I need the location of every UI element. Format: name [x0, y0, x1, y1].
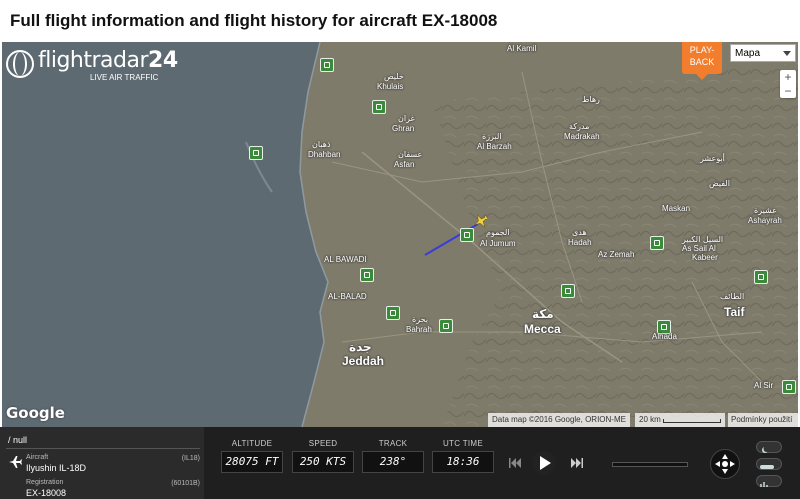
playback-button[interactable]: PLAY- BACK — [682, 42, 722, 80]
map-label-taif-ar: الطائف — [720, 292, 745, 301]
map-label-as-sail: As Sail Al — [682, 244, 716, 253]
flight-number: / null — [8, 435, 28, 445]
airport-marker[interactable] — [650, 236, 664, 250]
map-label-bahrah: Bahrah — [406, 325, 432, 334]
speed-value: 250 KTS — [292, 451, 354, 473]
airport-marker[interactable] — [372, 100, 386, 114]
bottom-panel: / null Aircraft Ilyushin IL-18D (IL18) R… — [0, 427, 800, 499]
map-label-khulais-ar: خليص — [384, 72, 404, 81]
rewind-icon[interactable] — [508, 457, 522, 469]
track-label: TRACK — [378, 439, 408, 448]
map-label-asfan-ar: عسفان — [398, 150, 423, 159]
airport-marker[interactable] — [782, 380, 796, 394]
map-label-mecca-ar: مكة — [532, 307, 554, 321]
map-label-as-sail-ar: السيل الكبير — [682, 235, 724, 244]
map-label-al-barzah-ar: البرزة — [482, 132, 502, 141]
terms-link[interactable]: Podmínky použití — [728, 413, 798, 427]
registration-value: EX-18008 — [26, 488, 67, 498]
map-label-hadah: Hadah — [568, 238, 592, 247]
map-label-ashayrah-ar: عشيرة — [754, 206, 777, 215]
map-label-taif: Taif — [724, 305, 745, 319]
map-label-madrakah-ar: مدركة — [569, 122, 590, 131]
flight-info-panel: / null Aircraft Ilyushin IL-18D (IL18) R… — [0, 427, 204, 499]
globe-icon — [6, 50, 34, 78]
night-mode-toggle[interactable] — [756, 441, 782, 453]
airport-marker[interactable] — [320, 58, 334, 72]
airport-marker[interactable] — [754, 270, 768, 284]
airport-marker[interactable] — [249, 146, 263, 160]
map-label-al-sir: Al Sir — [754, 381, 774, 390]
chevron-down-icon — [783, 51, 791, 56]
map-label-dhahban-ar: ذهبان — [312, 140, 331, 149]
crosshair-icon — [715, 454, 735, 474]
zoom-control[interactable]: + − — [780, 70, 796, 98]
map-label-dhahban: Dhahban — [308, 150, 341, 159]
map-label-ghran: Ghran — [392, 124, 415, 133]
map-label-al-kamil: Al Kamil — [507, 44, 537, 53]
map-label-al-jumum-ar: الجموم — [486, 228, 510, 237]
map-attribution: Data map ©2016 Google, ORION-ME — [488, 413, 630, 427]
map-type-select[interactable]: Mapa — [730, 44, 796, 62]
locate-aircraft-button[interactable] — [710, 449, 740, 479]
altitude-value: 28075 FT — [221, 451, 283, 473]
flight-map[interactable]: Al Kamil خليص Khulais رهاط مدركة Madraka… — [2, 42, 798, 427]
aircraft-value: Ilyushin IL-18D — [26, 463, 87, 473]
registration-code: (60101B) — [171, 480, 200, 487]
map-label-jeddah: Jeddah — [342, 354, 385, 368]
plane-icon — [9, 456, 22, 468]
airport-marker[interactable] — [360, 268, 374, 282]
toggle-icon — [760, 465, 774, 469]
moon-icon — [762, 446, 770, 453]
aircraft-icon[interactable] — [474, 214, 488, 228]
map-label-al-fayd-ar: الفيض — [709, 179, 730, 188]
altitude-label: ALTITUDE — [231, 439, 273, 448]
map-label-ashayrah: Ashayrah — [748, 216, 782, 225]
aircraft-code: (IL18) — [181, 455, 200, 462]
map-label-mecca: Mecca — [524, 322, 561, 336]
map-type-value: Mapa — [735, 48, 761, 59]
map-label-rahat-ar: رهاط — [582, 95, 600, 104]
play-icon — [540, 456, 551, 470]
page-title: Full flight information and flight histo… — [0, 0, 800, 42]
map-label-al-jumum: Al Jumum — [480, 239, 516, 248]
chart-toggle[interactable] — [756, 475, 782, 487]
map-label-ushaira-ar: أبوعشر — [700, 154, 725, 163]
airport-marker[interactable] — [439, 319, 453, 333]
map-label-bahrah-ar: بحرة — [412, 315, 428, 324]
map-label-madrakah: Madrakah — [564, 132, 600, 141]
google-logo[interactable]: Google — [6, 404, 65, 422]
map-label-az-zemah: Az Zemah — [598, 250, 635, 259]
zoom-in-button[interactable]: + — [780, 70, 796, 84]
map-label-alhada: Alhada — [652, 332, 677, 341]
utc-time-label: UTC TIME — [442, 439, 484, 448]
play-button[interactable] — [532, 451, 556, 475]
utc-time-value: 18:36 — [432, 451, 494, 473]
map-scale[interactable]: 20 km — [635, 413, 725, 427]
map-label-asfan: Asfan — [394, 160, 415, 169]
chart-icon — [760, 482, 768, 487]
airport-marker[interactable] — [386, 306, 400, 320]
map-label-ghran-ar: غران — [398, 114, 415, 123]
fast-forward-icon[interactable] — [570, 457, 584, 469]
map-label-hadah-ar: هدى — [572, 228, 587, 237]
map-label-maskan: Maskan — [662, 204, 691, 213]
map-label-al-bawadi: AL BAWADI — [324, 255, 367, 264]
track-value: 238° — [362, 451, 424, 473]
zoom-out-button[interactable]: − — [780, 84, 796, 98]
settings-toggle[interactable] — [756, 458, 782, 470]
map-label-al-balad: AL-BALAD — [328, 292, 367, 301]
speed-label: SPEED — [308, 439, 338, 448]
map-label-kabeer: Kabeer — [692, 253, 718, 262]
map-label-khulais: Khulais — [377, 82, 404, 91]
aircraft-label: Aircraft — [26, 454, 49, 461]
airport-marker[interactable] — [460, 228, 474, 242]
registration-label: Registration — [26, 479, 64, 486]
map-label-jeddah-ar: جدة — [349, 340, 372, 354]
airport-marker[interactable] — [561, 284, 575, 298]
map-label-al-barzah: Al Barzah — [477, 142, 512, 151]
map-terrain — [2, 42, 798, 427]
playback-slider[interactable] — [612, 462, 688, 467]
